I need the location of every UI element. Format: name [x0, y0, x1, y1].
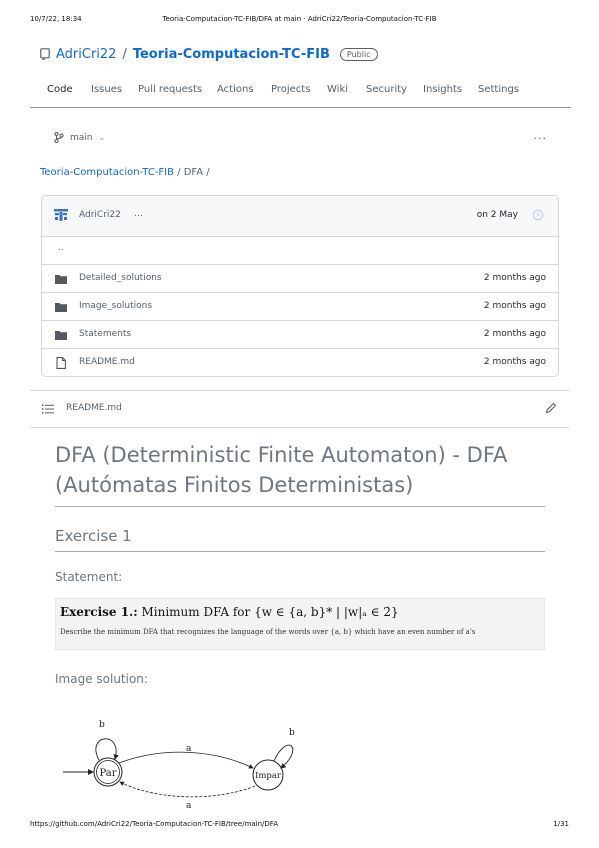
file-name[interactable]: Detailed_solutions — [79, 273, 162, 283]
avatar[interactable] — [54, 208, 68, 222]
commit-message-expander[interactable]: … — [134, 209, 143, 219]
branch-name: main — [70, 132, 93, 143]
breadcrumb: Teoria-Computacion-TC-FIB / DFA / — [40, 167, 210, 178]
tabs-divider — [30, 107, 571, 108]
statement-description: Describe the minimum DFA that recognizes… — [60, 628, 476, 636]
state-par-label: Par — [99, 768, 116, 779]
dfa-diagram: Par Impar b b a a — [63, 720, 295, 811]
tab-insights[interactable]: Insights — [423, 84, 462, 95]
file-time: 2 months ago — [483, 329, 546, 339]
edge-impar-to-par-label: a — [186, 801, 192, 811]
tab-actions[interactable]: Actions — [217, 84, 254, 95]
visibility-badge: Public — [339, 47, 378, 61]
readme-header: README.md — [30, 390, 569, 428]
folder-icon — [55, 275, 67, 284]
impar-self-loop — [273, 744, 294, 769]
par-self-loop — [95, 738, 119, 761]
commit-date[interactable]: on 2 May — [477, 210, 518, 220]
commit-author[interactable]: AdriCri22 — [79, 210, 121, 220]
list-item[interactable]: README.md 2 months ago — [42, 349, 558, 376]
list-item[interactable]: Detailed_solutions 2 months ago — [42, 265, 558, 293]
readme-title: DFA (Deterministic Finite Automaton) - D… — [55, 430, 545, 507]
state-impar-label: Impar — [255, 771, 282, 781]
tab-settings[interactable]: Settings — [478, 84, 519, 95]
branch-selector[interactable]: main ⌄ — [54, 132, 105, 143]
repo-header: AdriCri22 / Teoria-Computacion-TC-FIB Pu… — [40, 44, 378, 64]
more-options-icon[interactable]: ··· — [534, 132, 548, 145]
latest-commit-row: AdriCri22 … on 2 May — [42, 196, 558, 237]
tab-issues[interactable]: Issues — [91, 84, 122, 95]
tab-code[interactable]: Code — [47, 84, 73, 95]
statement-label: Statement: — [55, 570, 123, 584]
parent-directory-link[interactable]: .. — [58, 243, 64, 253]
file-browser: AdriCri22 … on 2 May .. Detailed_solutio… — [41, 195, 559, 377]
tab-wiki[interactable]: Wiki — [327, 84, 348, 95]
file-name[interactable]: README.md — [79, 357, 135, 367]
history-clock-icon[interactable] — [532, 209, 544, 221]
statement-title-rest: Minimum DFA for {w ∈ {a, b}* | |w|ₐ ∈ 2̇… — [137, 605, 399, 619]
list-item[interactable]: Image_solutions 2 months ago — [42, 293, 558, 321]
repo-icon — [40, 48, 50, 60]
repo-nav-tabs: Code Issues Pull requests Actions Projec… — [30, 80, 569, 108]
print-title: Teoria-Computacion-TC-FIB/DFA at main · … — [162, 15, 437, 23]
edge-par-to-impar — [118, 751, 254, 769]
statement-title: Exercise 1.: Minimum DFA for {w ∈ {a, b}… — [60, 605, 540, 619]
print-url: https://github.com/AdriCri22/Teoria-Comp… — [30, 820, 278, 828]
file-time: 2 months ago — [483, 273, 546, 283]
print-header: 10/7/22, 18:34 Teoria-Computacion-TC-FIB… — [30, 15, 569, 27]
file-time: 2 months ago — [483, 301, 546, 311]
chevron-down-icon: ⌄ — [98, 133, 106, 142]
repo-separator: / — [122, 46, 127, 62]
pencil-icon[interactable] — [545, 402, 557, 414]
statement-image: Exercise 1.: Minimum DFA for {w ∈ {a, b}… — [55, 598, 545, 650]
tab-security[interactable]: Security — [366, 84, 407, 95]
breadcrumb-path: / DFA / — [173, 167, 210, 178]
file-time: 2 months ago — [483, 357, 546, 367]
folder-icon — [55, 303, 67, 312]
folder-icon — [55, 331, 67, 340]
readme-filename: README.md — [66, 403, 122, 413]
file-name[interactable]: Statements — [79, 329, 131, 339]
impar-loop-label: b — [289, 728, 295, 738]
statement-title-bold: Exercise 1.: — [60, 605, 138, 619]
readme-content: DFA (Deterministic Finite Automaton) - D… — [55, 430, 545, 686]
print-footer: https://github.com/AdriCri22/Teoria-Comp… — [30, 820, 569, 832]
image-solution-label: Image solution: — [55, 672, 148, 686]
parent-directory-row[interactable]: .. — [42, 237, 558, 265]
file-name[interactable]: Image_solutions — [79, 301, 152, 311]
list-item[interactable]: Statements 2 months ago — [42, 321, 558, 349]
branch-icon — [54, 132, 64, 143]
breadcrumb-repo-link[interactable]: Teoria-Computacion-TC-FIB — [40, 167, 174, 178]
tab-projects[interactable]: Projects — [271, 84, 310, 95]
par-loop-label: b — [99, 720, 105, 730]
repo-owner-link[interactable]: AdriCri22 — [56, 47, 116, 62]
edge-impar-to-par — [119, 781, 256, 798]
tab-pull-requests[interactable]: Pull requests — [138, 84, 202, 95]
repo-name-link[interactable]: Teoria-Computacion-TC-FIB — [133, 47, 330, 62]
edge-par-to-impar-label: a — [186, 744, 192, 754]
list-icon[interactable] — [42, 404, 54, 414]
page-number: 1/31 — [553, 820, 569, 828]
file-icon — [56, 357, 66, 369]
exercise-heading: Exercise 1 — [55, 527, 545, 552]
